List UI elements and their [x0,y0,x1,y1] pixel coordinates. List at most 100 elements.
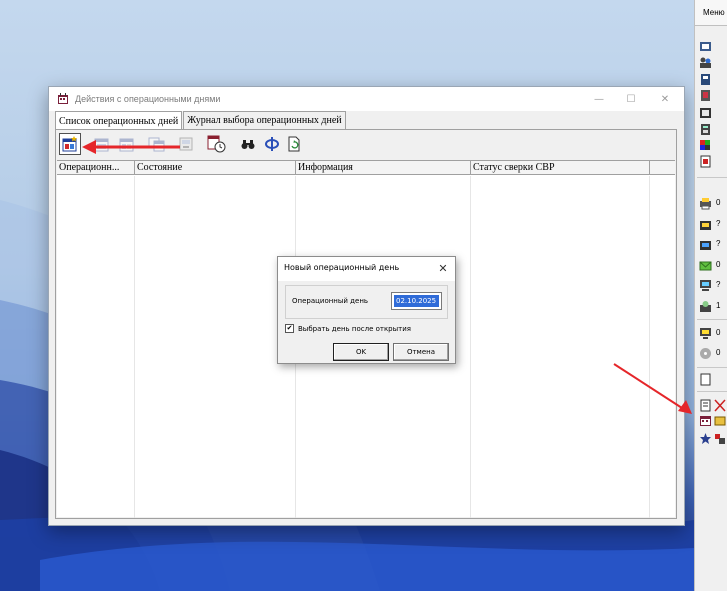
operational-days-app-icon [58,93,68,104]
archive-day-icon [179,137,193,151]
menu-separator [697,177,727,178]
book-icon [700,42,711,51]
operational-day-label: Операционный день [292,297,369,305]
menu-item-monitor[interactable]: 0 [699,327,727,341]
computer-icon [700,280,711,291]
menu-separator [697,391,727,392]
menu-panel: Меню 0 ? ? 0 ? 1 0 0 [694,0,727,591]
cd-count: 0 [716,348,721,357]
day-schedule-button[interactable] [206,133,228,155]
menu-item-operational-days[interactable] [699,414,727,428]
find-button[interactable] [237,133,259,155]
minimize-button[interactable]: — [584,89,614,109]
dialog-title: Новый операционный день [284,263,400,272]
select-day-after-opening-checkbox[interactable]: ✔ [285,324,294,333]
cd-icon [700,348,711,359]
menu-item-calculator[interactable] [699,123,727,137]
computer-status: ? [716,280,721,289]
open-day-button[interactable] [91,133,113,155]
filter-button[interactable] [261,133,283,155]
menu-separator [697,319,727,320]
dialog-close-button[interactable]: ✕ [435,260,451,276]
menu-item-mail[interactable]: 0 [699,259,727,273]
menu-item-star[interactable] [699,432,727,446]
tab-day-selection-log[interactable]: Журнал выбора операционных дней [183,111,346,129]
menu-item-report[interactable] [699,399,727,413]
column-header-filler [650,161,675,175]
ok-button[interactable]: OK [333,343,389,361]
menu-label: Меню [703,8,725,17]
menu-item-computer[interactable]: ? [699,279,727,293]
monitor-count: 0 [716,328,721,337]
column-header-state[interactable]: Состояние [135,161,296,175]
menu-item-network[interactable]: 1 [699,300,727,314]
close-day-icon [119,138,134,152]
operational-day-value: 02.10.2025 [394,295,439,307]
day-group-button[interactable] [146,133,168,155]
outbox-count: ? [716,239,721,248]
column-header-operational-day[interactable]: Операционн... [57,161,135,175]
archive-day-button[interactable] [175,133,197,155]
menu-item-book[interactable] [699,40,727,54]
tab-operational-days-list[interactable]: Список операционных дней [55,111,183,130]
tab-bar: Список операционных дней Журнал выбора о… [55,111,346,130]
menu-separator [697,367,727,368]
menu-item-printer[interactable]: 0 [699,197,727,211]
star-icon [700,433,711,444]
operational-day-group: Операционный день 02.10.2025 [285,285,448,319]
toolbar [57,132,657,158]
inbox-count: ? [716,219,721,228]
network-count: 1 [716,301,721,310]
column-divider [470,176,471,518]
people-icon [700,57,711,68]
maximize-button[interactable]: ☐ [616,89,646,109]
new-operational-day-button[interactable] [59,133,81,155]
operational-days-icon [700,416,711,426]
table-header: Операционн... Состояние Информация Стату… [57,161,675,175]
menu-item-outbox[interactable]: ? [699,238,727,252]
report-icon [700,399,711,412]
menu-header: Меню [695,0,727,26]
menu-item-color-chart[interactable] [699,139,727,153]
close-button[interactable]: ✕ [650,89,680,109]
select-day-after-opening-label: Выбрать день после открытия [298,324,411,333]
menu-item-ledger[interactable] [699,89,727,103]
column-header-svr-reconciliation-status[interactable]: Статус сверки СВР [471,161,650,175]
ledger-icon [701,90,710,101]
column-header-information[interactable]: Информация [296,161,471,175]
window-titlebar[interactable]: Действия с операционными днями — ☐ ✕ [49,87,684,111]
document-icon [701,74,710,85]
menu-item-inbox[interactable]: ? [699,218,727,232]
dialog-titlebar[interactable]: Новый операционный день ✕ [278,257,455,281]
folder-icon [700,108,711,118]
inbox-icon [700,221,711,230]
cross-tools-icon [714,399,726,412]
operational-day-date-field[interactable]: 02.10.2025 [391,292,442,310]
calculator-icon [701,124,710,135]
monitor-icon [700,328,711,339]
menu-item-folder[interactable] [699,106,727,120]
refresh-document-button[interactable] [283,133,305,155]
menu-item-cd[interactable]: 0 [699,347,727,361]
menu-item-pdf[interactable] [699,155,727,169]
select-day-after-opening-option[interactable]: ✔ Выбрать день после открытия [285,324,411,333]
mail-count: 0 [716,260,721,269]
close-day-button[interactable] [116,133,138,155]
new-operational-day-icon [62,136,77,152]
color-chart-icon [700,140,710,150]
day-schedule-icon [207,135,226,153]
window-title: Действия с операционными днями [75,94,221,104]
refresh-document-icon [288,136,300,152]
printer-count: 0 [716,198,721,207]
cancel-button[interactable]: Отмена [393,343,449,361]
column-divider [649,176,650,518]
menu-item-document[interactable] [699,73,727,87]
mail-icon [699,261,712,271]
menu-item-people[interactable] [699,56,727,70]
column-divider [134,176,135,518]
outbox-icon [700,241,711,250]
filter-icon [265,137,279,151]
day-group-icon [148,137,165,152]
menu-item-page[interactable] [699,373,727,387]
puzzle-icon [715,434,725,444]
